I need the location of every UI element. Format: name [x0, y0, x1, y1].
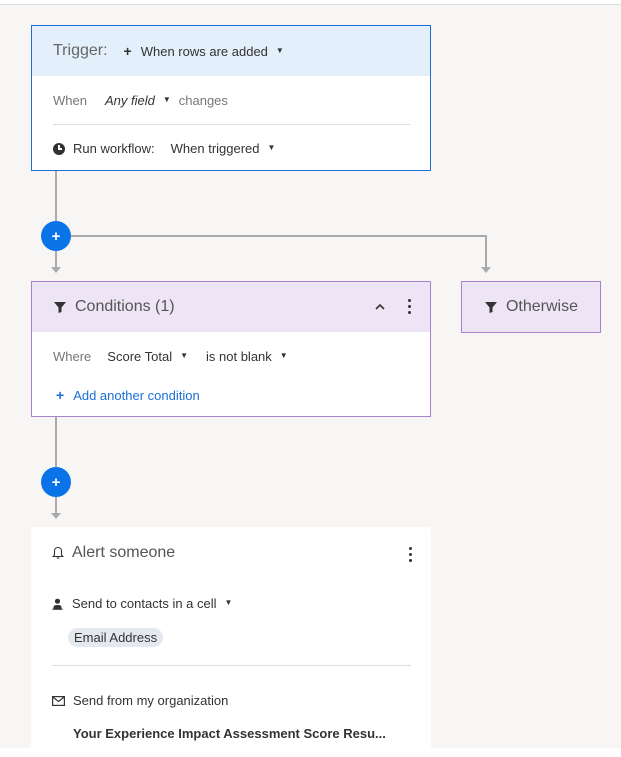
plus-icon: +: [123, 43, 132, 59]
run-workflow-row: Run workflow: When triggered ▼: [53, 141, 275, 156]
divider: [52, 665, 411, 666]
connector-line: [55, 417, 57, 467]
trigger-label: Trigger:: [53, 42, 108, 59]
conditions-title: Conditions (1): [75, 298, 175, 315]
caret-down-icon: ▼: [267, 143, 276, 152]
run-workflow-label: Run workflow:: [73, 141, 155, 156]
connector-line: [55, 251, 57, 267]
add-step-button[interactable]: +: [41, 221, 71, 251]
caret-down-icon: ▼: [162, 95, 171, 104]
add-step-button[interactable]: +: [41, 467, 71, 497]
alert-header: Alert someone: [52, 544, 175, 562]
trigger-event-value: When rows are added: [140, 43, 268, 59]
when-label: When: [53, 93, 87, 108]
more-options-icon[interactable]: [408, 299, 411, 314]
send-from-label: Send from my organization: [73, 693, 229, 708]
add-condition-link[interactable]: + Add another condition: [56, 387, 200, 403]
add-condition-label: Add another condition: [73, 387, 200, 403]
trigger-event-dropdown[interactable]: + When rows are added ▼: [124, 43, 284, 59]
alert-title: Alert someone: [72, 544, 176, 561]
changes-label: changes: [178, 93, 228, 108]
where-label: Where: [53, 349, 92, 364]
caret-down-icon: ▼: [279, 351, 288, 360]
connector-line: [55, 497, 57, 513]
alert-subject[interactable]: Your Experience Impact Assessment Score …: [73, 726, 386, 741]
filter-icon: [484, 302, 497, 313]
arrow-down-icon: [51, 513, 61, 519]
trigger-header: Trigger: + When rows are added ▼: [32, 26, 430, 76]
caret-down-icon: ▼: [180, 351, 189, 360]
person-icon: [52, 598, 63, 610]
condition-row: Where Score Total ▼ is not blank ▼: [53, 349, 288, 364]
envelope-icon: [52, 695, 65, 706]
run-workflow-value: When triggered: [170, 141, 260, 156]
arrow-down-icon: [481, 267, 491, 273]
connector-line: [485, 235, 487, 267]
send-from-row: Send from my organization: [52, 693, 228, 708]
chevron-up-icon[interactable]: [374, 300, 386, 314]
plus-icon: +: [51, 473, 61, 491]
condition-operator-value: is not blank: [206, 349, 272, 364]
connector-line: [71, 235, 487, 237]
plus-icon: +: [51, 227, 61, 245]
bell-icon: [52, 546, 64, 559]
caret-down-icon: ▼: [224, 598, 233, 607]
divider: [53, 124, 410, 125]
condition-operator-dropdown[interactable]: is not blank ▼: [206, 349, 288, 364]
field-dropdown-value: Any field: [104, 93, 155, 108]
otherwise-title: Otherwise: [505, 298, 579, 315]
field-dropdown[interactable]: Any field ▼: [105, 93, 171, 108]
more-options-icon[interactable]: [409, 547, 412, 562]
filter-icon: [54, 302, 66, 313]
contact-column-chip[interactable]: Email Address: [68, 628, 164, 647]
alert-card: Alert someone Send to contacts in a cell…: [31, 527, 431, 757]
clock-icon: [53, 142, 65, 155]
trigger-when-row: When Any field ▼ changes: [53, 93, 228, 108]
run-workflow-dropdown[interactable]: When triggered ▼: [171, 141, 276, 156]
conditions-header: Conditions (1): [32, 282, 430, 332]
conditions-card: Conditions (1) Where Score Total ▼ is no…: [31, 281, 431, 417]
connector-line: [55, 171, 57, 221]
caret-down-icon: ▼: [275, 45, 284, 55]
send-to-dropdown[interactable]: Send to contacts in a cell ▼: [52, 596, 232, 611]
otherwise-card[interactable]: Otherwise: [461, 281, 601, 333]
arrow-down-icon: [51, 267, 61, 273]
send-to-value: Send to contacts in a cell: [72, 596, 217, 611]
plus-icon: +: [56, 387, 65, 403]
trigger-card: Trigger: + When rows are added ▼ When An…: [31, 25, 431, 171]
condition-field-value: Score Total: [107, 349, 173, 364]
condition-field-dropdown[interactable]: Score Total ▼: [107, 349, 188, 364]
